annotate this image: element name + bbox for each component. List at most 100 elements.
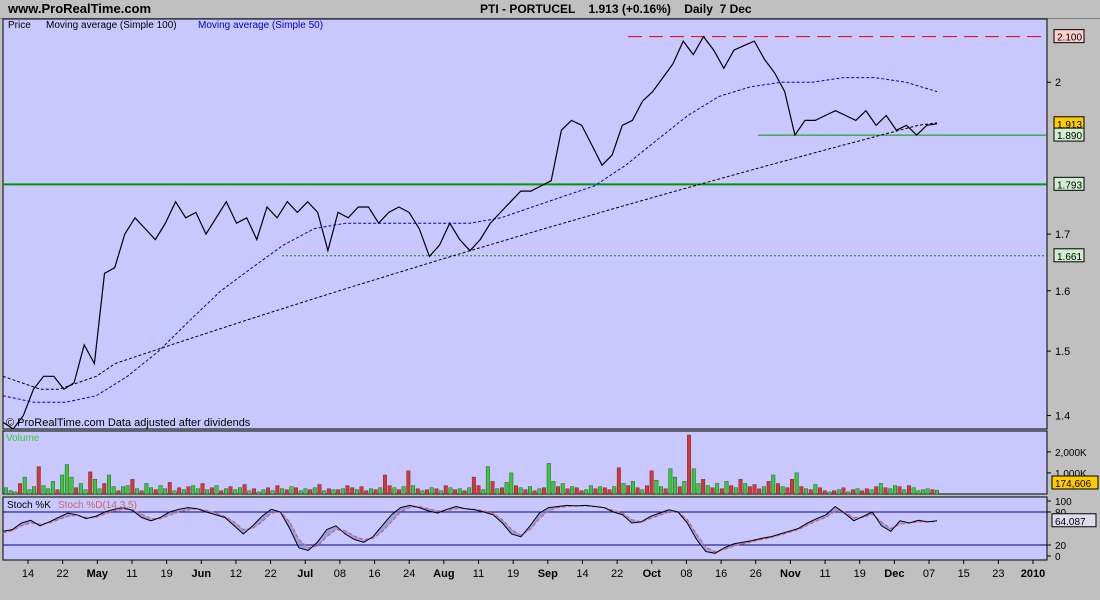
stoch-last-label: 64.087: [1055, 517, 1086, 528]
volume-bar: [312, 487, 317, 495]
volume-bar: [537, 488, 542, 495]
volume-bar: [364, 490, 369, 495]
volume-bar: [743, 483, 748, 495]
volume-bar: [556, 486, 560, 495]
x-axis-label: 26: [750, 568, 762, 580]
volume-bar: [551, 481, 556, 495]
volume-bar: [752, 484, 757, 495]
volume-bar: [4, 487, 9, 495]
volume-bar: [303, 488, 308, 495]
volume-bar: [864, 488, 869, 495]
x-axis-label: 08: [680, 568, 692, 580]
volume-bar: [799, 486, 804, 495]
volume-bar: [677, 486, 682, 495]
volume-bar: [233, 489, 238, 495]
volume-bar: [13, 491, 18, 495]
volume-bar: [415, 488, 420, 495]
volume-bar: [907, 485, 911, 495]
volume-bar: [902, 489, 907, 495]
x-axis-label: 23: [992, 568, 1004, 580]
volume-bar: [532, 490, 537, 495]
volume-bar: [429, 487, 434, 495]
volume-bar: [116, 490, 121, 495]
stoch-axis-label: 0: [1055, 552, 1061, 563]
volume-bar: [294, 487, 298, 495]
volume-bar: [780, 486, 785, 495]
x-axis-label: 19: [160, 568, 172, 580]
stoch-axis-label: 100: [1055, 497, 1072, 508]
volume-bar: [228, 486, 233, 495]
volume-bar: [762, 486, 766, 495]
x-axis-label: 19: [507, 568, 519, 580]
volume-bar: [808, 489, 813, 495]
volume-bar: [771, 474, 776, 495]
volume-axis-label: 2,000K: [1055, 448, 1087, 459]
volume-bar: [804, 488, 808, 495]
volume-bar: [247, 490, 252, 495]
volume-bar: [359, 486, 364, 495]
volume-bar: [261, 489, 266, 495]
volume-bar: [836, 489, 841, 495]
volume-bar: [153, 489, 158, 495]
volume-bar: [139, 490, 144, 495]
x-axis-label: 22: [264, 568, 276, 580]
volume-bar: [392, 487, 397, 495]
x-axis-label: 11: [819, 568, 830, 580]
x-axis-label: 12: [230, 568, 242, 580]
volume-bar: [22, 476, 27, 495]
stoch-title: Stoch %K: [7, 500, 51, 511]
volume-bar: [649, 470, 654, 495]
volume-bar: [490, 481, 495, 495]
volume-bar: [8, 490, 13, 495]
volume-bar: [191, 485, 196, 495]
volume-bar: [97, 488, 102, 495]
volume-title: Volume: [6, 433, 40, 444]
volume-bar: [177, 487, 182, 495]
volume-bar: [827, 491, 832, 495]
volume-bar: [172, 490, 177, 495]
volume-bar: [883, 487, 888, 495]
volume-bar: [106, 474, 111, 495]
volume-bar: [448, 487, 453, 495]
volume-bar: [336, 489, 341, 495]
volume-bar: [457, 488, 462, 495]
volume-bar: [822, 490, 827, 495]
volume-bar: [528, 486, 532, 495]
volume-bar: [495, 488, 500, 495]
volume-bar: [331, 489, 336, 495]
volume-bar: [682, 481, 687, 495]
chart-canvas[interactable]: 1.4 1.5 1.6 1.7 2 Price Moving average (Simple…: [0, 0, 1100, 600]
price-axis-label: 1.6: [1055, 286, 1070, 298]
volume-bar: [195, 488, 200, 495]
volume-bar: [738, 479, 743, 495]
volume-bar: [453, 489, 458, 495]
x-axis-label: 24: [403, 568, 415, 580]
legend-ma50: Moving average (Simple 50): [198, 20, 323, 31]
price-axis-label: 1.7: [1055, 229, 1070, 241]
volume-bar: [237, 487, 242, 495]
x-axis-label: Dec: [884, 568, 904, 580]
volume-bar: [181, 489, 186, 495]
volume-bar: [92, 479, 97, 495]
x-axis-label: Oct: [643, 568, 662, 580]
volume-bar: [687, 434, 691, 495]
volume-bar: [612, 486, 617, 495]
volume-bar: [855, 488, 860, 495]
volume-bar: [350, 487, 355, 495]
volume-bar: [369, 488, 373, 495]
level-1793-label: 1.793: [1057, 180, 1082, 191]
volume-bar: [925, 488, 930, 495]
volume-bar: [284, 489, 289, 495]
volume-bar: [270, 490, 275, 495]
x-axis-label: 19: [854, 568, 866, 580]
x-axis-label: 16: [715, 568, 727, 580]
volume-bar: [921, 489, 925, 495]
volume-bar: [832, 490, 836, 495]
volume-bar: [616, 467, 621, 495]
volume-bar: [64, 464, 69, 495]
volume-bar: [893, 485, 897, 495]
x-axis-label: Jun: [191, 568, 211, 580]
volume-bar: [645, 485, 649, 495]
volume-bar: [167, 482, 172, 495]
volume-bar: [776, 483, 780, 495]
